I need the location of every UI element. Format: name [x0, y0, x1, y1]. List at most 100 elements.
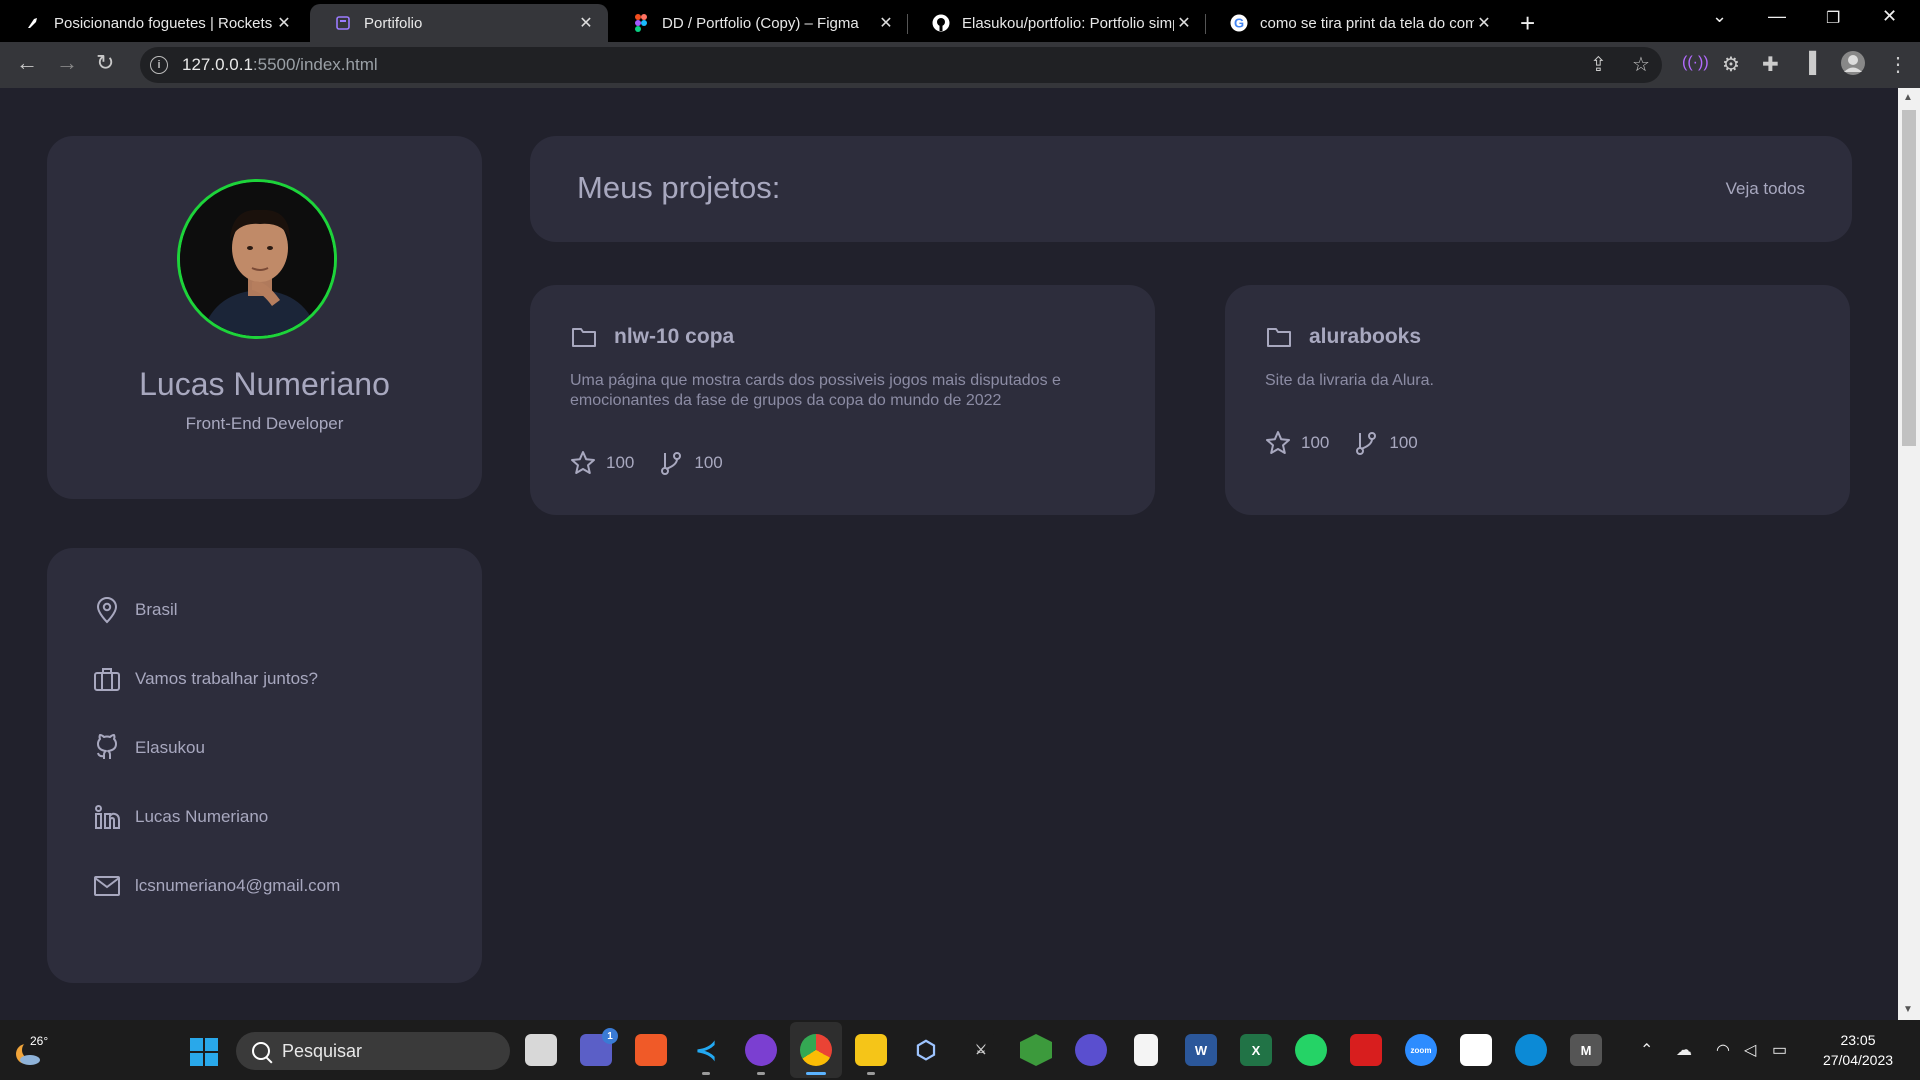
scroll-thumb[interactable] — [1902, 110, 1916, 446]
forks-count: 100 — [1389, 433, 1418, 452]
see-all-link[interactable]: Veja todos — [1726, 179, 1805, 199]
tab-title: Posicionando foguetes | Rockets — [54, 14, 273, 32]
project-description: Site da livraria da Alura. — [1265, 372, 1434, 389]
tab-google[interactable]: G como se tira print da tela do com ✕ — [1206, 4, 1506, 42]
search-icon — [252, 1042, 270, 1060]
browser-tab-bar: Posicionando foguetes | Rockets ✕ Portif… — [0, 0, 1920, 42]
address-bar[interactable]: i 127.0.0.1:5500/index.html — [140, 47, 1662, 83]
location-pin-icon — [91, 594, 123, 626]
github-icon — [91, 732, 123, 764]
forks-stat: 100 — [1353, 430, 1418, 456]
notepad-icon[interactable] — [1134, 1034, 1158, 1066]
tab-title: como se tira print da tela do com — [1260, 14, 1474, 32]
tab-title: Elasukou/portfolio: Portfolio simp — [962, 14, 1174, 32]
edge-icon[interactable] — [1515, 1034, 1547, 1066]
pdf-reader-icon[interactable] — [1350, 1034, 1382, 1066]
wifi-icon[interactable]: ◠ — [1716, 1040, 1730, 1060]
onedrive-icon[interactable]: ☁ — [1676, 1040, 1692, 1060]
minimize-button[interactable]: — — [1768, 6, 1786, 27]
microsoft-store-icon[interactable] — [1460, 1034, 1492, 1066]
close-tab-icon[interactable]: ✕ — [1474, 13, 1494, 33]
stars-stat: 100 — [1265, 430, 1329, 456]
game-icon[interactable]: ⚔ — [965, 1034, 997, 1066]
tab-rocketseat[interactable]: Posicionando foguetes | Rockets ✕ — [0, 4, 306, 42]
search-placeholder: Pesquisar — [282, 1040, 363, 1061]
site-info-icon[interactable]: i — [150, 56, 168, 74]
whatsapp-icon[interactable] — [1295, 1034, 1327, 1066]
share-icon[interactable]: ⇪ — [1590, 52, 1607, 77]
browser-menu-icon[interactable]: ⋮ — [1888, 52, 1908, 77]
contact-work[interactable]: Vamos trabalhar juntos? — [91, 663, 318, 695]
extension-broadcast-icon[interactable]: ((·)) — [1682, 54, 1709, 72]
github-desktop-icon[interactable] — [745, 1034, 777, 1066]
file-explorer-icon[interactable] — [855, 1034, 887, 1066]
project-card[interactable]: alurabooks Site da livraria da Alura. 10… — [1225, 285, 1850, 515]
vscode-icon[interactable]: ≺ — [690, 1034, 722, 1066]
close-tab-icon[interactable]: ✕ — [1174, 13, 1194, 33]
virtualbox-icon[interactable]: ⬡ — [910, 1034, 942, 1066]
contacts-card: Brasil Vamos trabalhar juntos? Elasukou … — [47, 548, 482, 983]
scroll-up-icon[interactable]: ▲ — [1903, 92, 1913, 103]
extension-gear-icon[interactable]: ⚙ — [1722, 52, 1740, 77]
contact-label: lcsnumeriano4@gmail.com — [135, 876, 341, 895]
project-card[interactable]: nlw-10 copa Uma página que mostra cards … — [530, 285, 1155, 515]
running-indicator — [806, 1072, 826, 1075]
forward-button[interactable]: → — [56, 50, 78, 76]
system-clock[interactable]: 23:05 27/04/2023 — [1808, 1030, 1908, 1070]
word-icon[interactable]: W — [1185, 1034, 1217, 1066]
reload-button[interactable]: ↻ — [96, 50, 114, 76]
mail-icon — [91, 870, 123, 902]
scroll-down-icon[interactable]: ▼ — [1903, 1004, 1913, 1015]
project-header: nlw-10 copa — [570, 323, 734, 351]
tab-search-icon[interactable]: ⌄ — [1712, 6, 1727, 27]
back-button[interactable]: ← — [16, 50, 38, 76]
excel-icon[interactable]: X — [1240, 1034, 1272, 1066]
contact-github[interactable]: Elasukou — [91, 732, 205, 764]
url-path: :5500/index.html — [252, 55, 378, 74]
restore-button[interactable]: ❐ — [1826, 8, 1840, 28]
contact-linkedin[interactable]: Lucas Numeriano — [91, 801, 268, 833]
running-indicator — [867, 1072, 875, 1075]
projects-header: Meus projetos: Veja todos — [530, 136, 1852, 242]
github-favicon-icon — [932, 14, 950, 32]
bookmark-star-icon[interactable]: ☆ — [1632, 52, 1650, 77]
page-scrollbar[interactable]: ▲ ▼ — [1898, 88, 1920, 1020]
battery-icon[interactable]: ▭ — [1772, 1040, 1787, 1060]
close-tab-icon[interactable]: ✕ — [576, 13, 596, 33]
projects-title: Meus projetos: — [577, 170, 781, 205]
project-stats: 100 100 — [570, 450, 747, 476]
tab-github[interactable]: Elasukou/portfolio: Portfolio simp ✕ — [908, 4, 1206, 42]
xampp-icon[interactable] — [635, 1034, 667, 1066]
contact-email[interactable]: lcsnumeriano4@gmail.com — [91, 870, 340, 902]
side-panel-icon[interactable]: ▐ — [1802, 52, 1816, 75]
git-branch-icon — [658, 450, 684, 476]
start-windows-icon[interactable] — [190, 1038, 218, 1066]
briefcase-icon — [91, 663, 123, 695]
tab-figma[interactable]: DD / Portfolio (Copy) – Figma ✕ — [608, 4, 908, 42]
close-tab-icon[interactable]: ✕ — [274, 13, 294, 33]
new-tab-button[interactable]: + — [1520, 8, 1535, 39]
close-window-button[interactable]: ✕ — [1882, 6, 1897, 27]
profile-avatar-icon[interactable] — [1840, 50, 1866, 82]
url-text[interactable]: 127.0.0.1:5500/index.html — [182, 55, 378, 75]
url-host: 127.0.0.1 — [182, 55, 253, 74]
zoom-icon[interactable]: zoom — [1405, 1034, 1437, 1066]
contact-label: Lucas Numeriano — [135, 807, 269, 826]
eclipse-icon[interactable] — [1075, 1034, 1107, 1066]
project-name[interactable]: nlw-10 copa — [614, 325, 734, 349]
page-content: Lucas Numeriano Front-End Developer Bras… — [0, 88, 1898, 1020]
teams-icon[interactable]: 1 — [580, 1028, 618, 1066]
tab-portifolio[interactable]: Portifolio ✕ — [310, 4, 608, 42]
rocketseat-favicon-icon — [24, 14, 42, 32]
show-hidden-icons[interactable]: ⌃ — [1640, 1040, 1653, 1060]
volume-icon[interactable]: ◁ — [1744, 1040, 1756, 1060]
extensions-puzzle-icon[interactable]: ✚ — [1762, 52, 1779, 77]
close-tab-icon[interactable]: ✕ — [876, 13, 896, 33]
project-name[interactable]: alurabooks — [1309, 325, 1421, 349]
app-m-icon[interactable]: M — [1570, 1034, 1602, 1066]
chrome-icon[interactable] — [800, 1034, 832, 1066]
running-indicator — [702, 1072, 710, 1075]
tab-title: Portifolio — [364, 14, 423, 32]
taskbar-search[interactable]: Pesquisar — [236, 1032, 510, 1070]
task-view-icon[interactable] — [525, 1034, 557, 1066]
